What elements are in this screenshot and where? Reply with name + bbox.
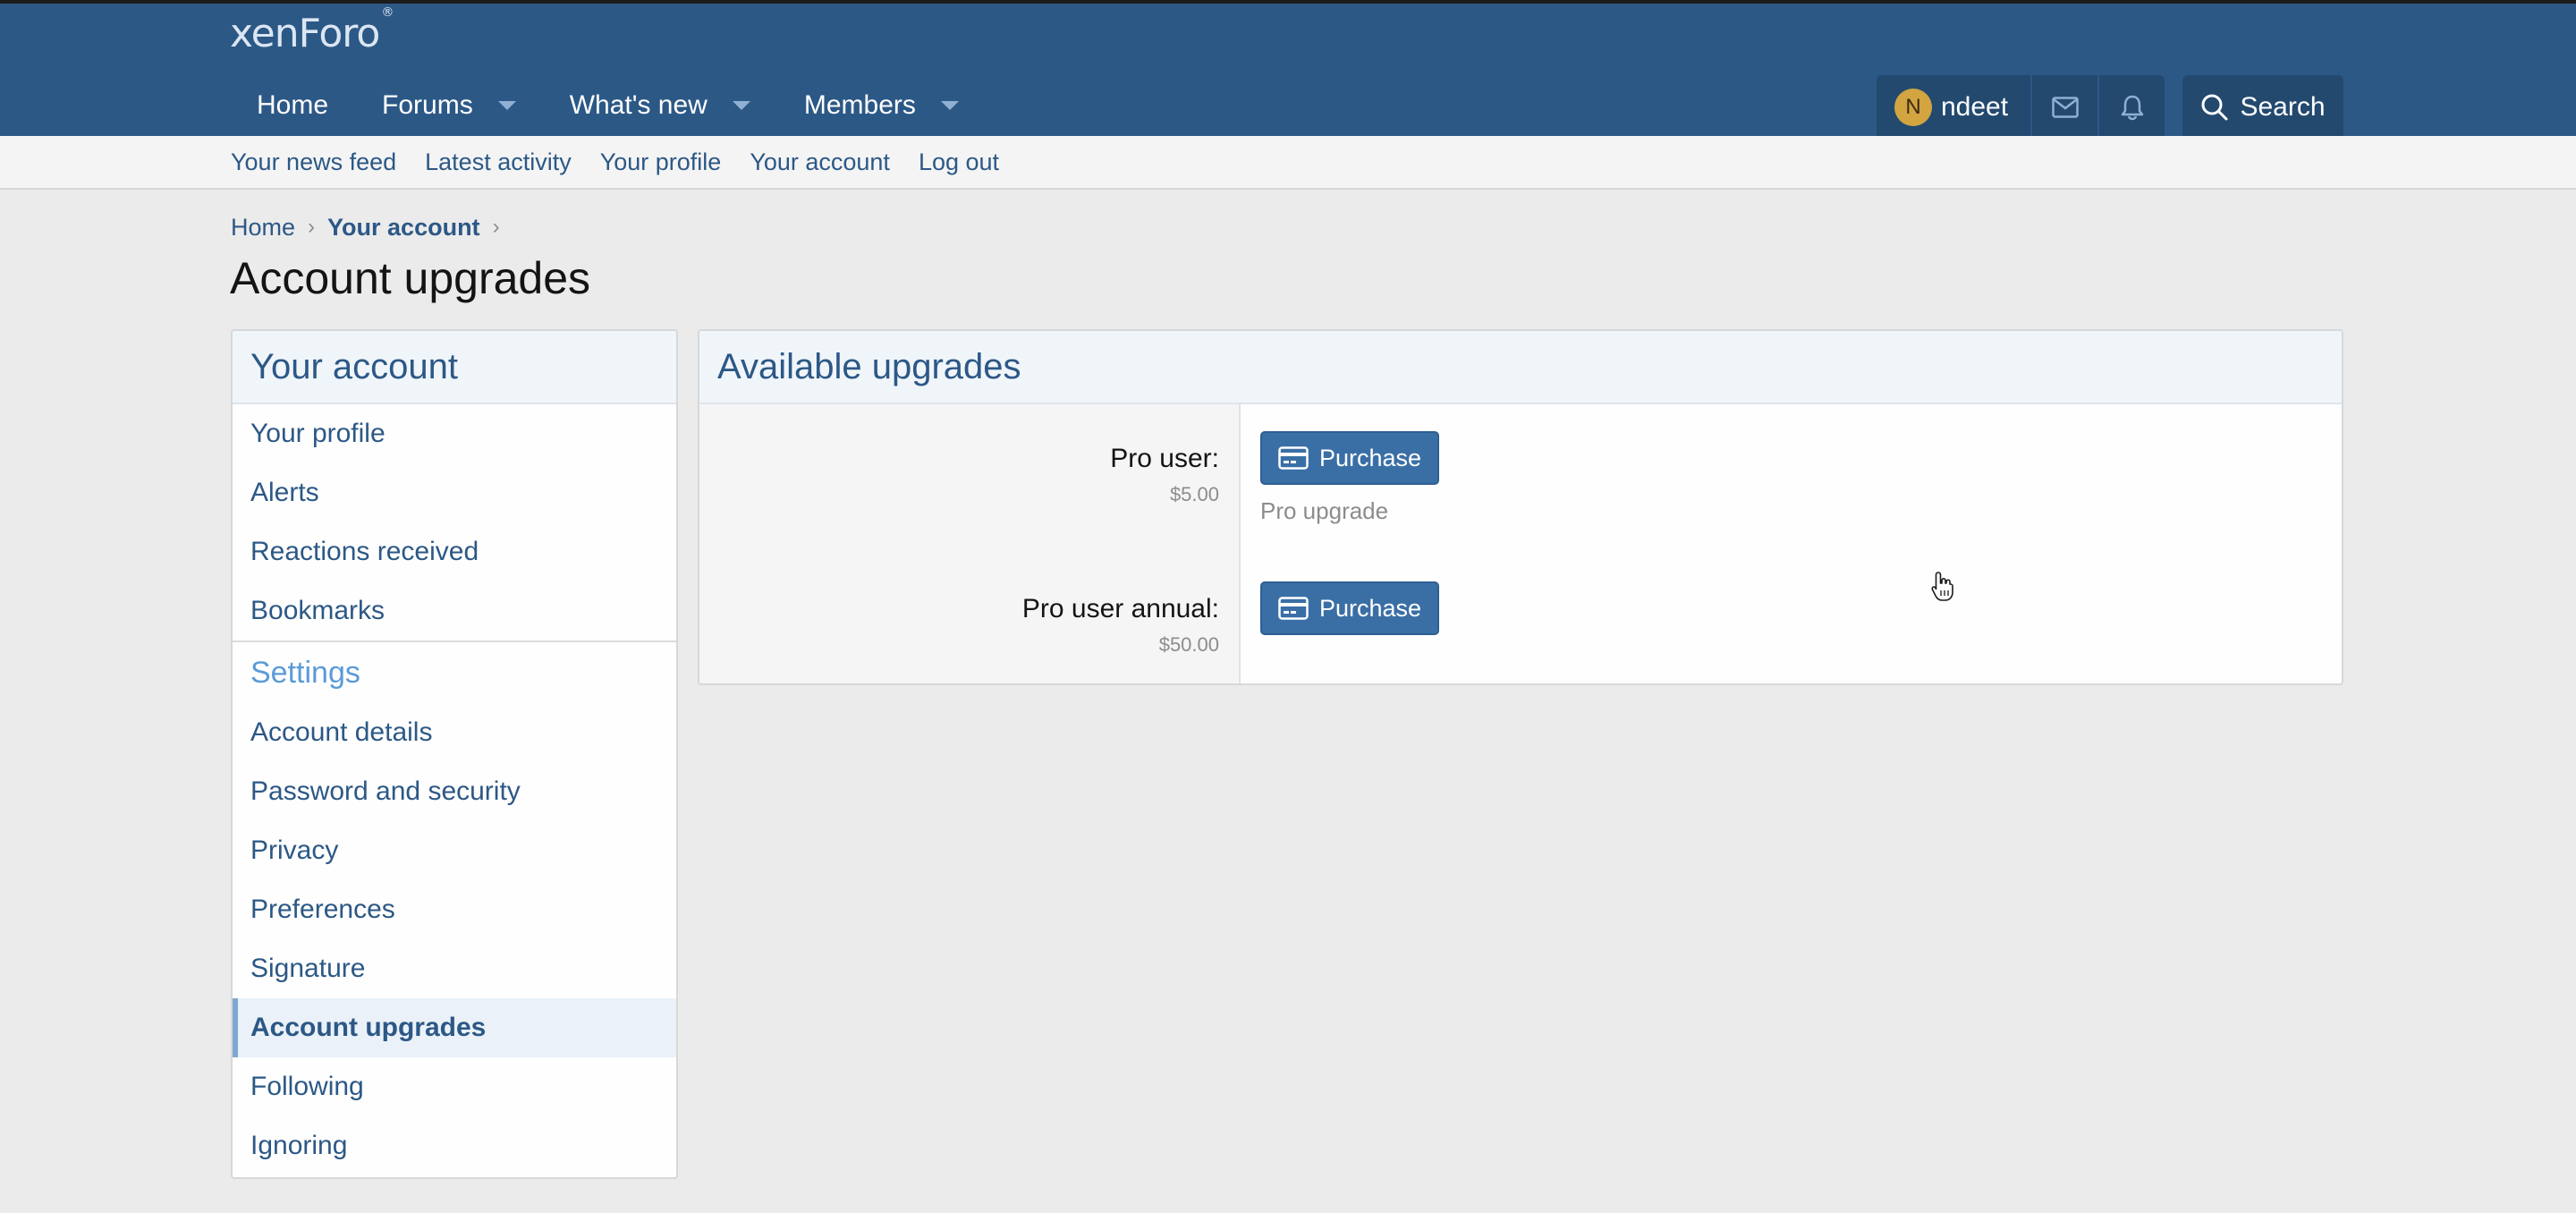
alerts-button[interactable]	[2097, 75, 2165, 140]
main-nav: Home Forums What's new Members	[230, 72, 986, 140]
caret-down-icon[interactable]	[497, 101, 516, 110]
account-sidebar: Your account Your profile Alerts Reactio…	[231, 329, 678, 1179]
sidebar-item-bookmarks[interactable]: Bookmarks	[233, 581, 676, 640]
credit-card-icon	[1278, 597, 1309, 620]
chevron-right-icon: ›	[492, 215, 500, 239]
caret-down-icon[interactable]	[732, 101, 750, 110]
sidebar-item-account-details[interactable]: Account details	[233, 703, 676, 762]
subnav-log-out[interactable]: Log out	[919, 148, 999, 176]
breadcrumb-home[interactable]: Home	[231, 214, 295, 242]
site-logo[interactable]: xenForo ®	[230, 5, 394, 56]
sidebar-item-following[interactable]: Following	[233, 1057, 676, 1116]
nav-home[interactable]: Home	[230, 72, 355, 140]
account-menu-button[interactable]: N ndeet	[1877, 75, 2030, 140]
sidebar-item-your-profile[interactable]: Your profile	[233, 404, 676, 463]
nav-forums-label: Forums	[382, 90, 473, 120]
sidebar-item-password-security[interactable]: Password and security	[233, 762, 676, 821]
purchase-label: Purchase	[1318, 444, 1422, 471]
subnav-your-account[interactable]: Your account	[750, 148, 890, 176]
panel-title: Available upgrades	[699, 331, 2342, 404]
sidebar-settings-heading: Settings	[233, 640, 676, 703]
purchase-pro-user-annual-button[interactable]: Purchase	[1260, 581, 1439, 635]
nav-whats-new[interactable]: What's new	[543, 72, 777, 140]
search-label: Search	[2240, 92, 2326, 122]
sidebar-item-account-upgrades[interactable]: Account upgrades	[233, 998, 676, 1057]
upgrade-label: Pro user annual: $50.00	[1022, 594, 1219, 657]
user-toolbar: N ndeet	[1877, 75, 2165, 140]
nav-whats-new-label: What's new	[569, 90, 708, 120]
sidebar-item-alerts[interactable]: Alerts	[233, 463, 676, 522]
purchase-pro-user-button[interactable]: Purchase	[1260, 431, 1439, 485]
sub-nav: Your news feed Latest activity Your prof…	[0, 136, 2576, 190]
subnav-latest-activity[interactable]: Latest activity	[425, 148, 572, 176]
search-icon	[2201, 94, 2228, 121]
logo-text: xenForo	[230, 11, 380, 56]
hand-pointer-cursor-icon	[1931, 572, 1953, 601]
upgrade-price: $50.00	[1158, 633, 1219, 656]
bell-icon	[2121, 95, 2143, 121]
nav-members[interactable]: Members	[777, 72, 986, 140]
envelope-icon	[2051, 97, 2079, 118]
upgrade-price: $5.00	[1169, 483, 1219, 505]
sidebar-title: Your account	[233, 331, 676, 404]
subnav-news-feed[interactable]: Your news feed	[231, 148, 396, 176]
label-column: Pro user: $5.00 Pro user annual: $50.00	[699, 404, 1241, 683]
inbox-button[interactable]	[2030, 75, 2097, 140]
nav-members-label: Members	[803, 90, 916, 120]
username: ndeet	[1941, 92, 2009, 122]
site-header: xenForo ® Home Forums What's new Members …	[0, 4, 2576, 140]
sidebar-item-signature[interactable]: Signature	[233, 939, 676, 998]
breadcrumb-your-account[interactable]: Your account	[327, 214, 480, 242]
upgrades-panel: Available upgrades Pro user: $5.00 Pro u…	[698, 329, 2343, 685]
breadcrumb: Home › Your account ›	[231, 211, 513, 243]
upgrades-list: Pro user: $5.00 Pro user annual: $50.00 …	[699, 404, 2342, 683]
search-button[interactable]: Search	[2182, 75, 2343, 140]
sidebar-item-preferences[interactable]: Preferences	[233, 880, 676, 939]
upgrade-description: Pro upgrade	[1260, 497, 1389, 524]
sidebar-item-ignoring[interactable]: Ignoring	[233, 1116, 676, 1175]
credit-card-icon	[1278, 446, 1309, 470]
page-title: Account upgrades	[230, 253, 591, 303]
subnav-your-profile[interactable]: Your profile	[600, 148, 722, 176]
chevron-right-icon: ›	[308, 215, 316, 239]
upgrade-name: Pro user:	[1110, 444, 1219, 473]
avatar: N	[1894, 89, 1932, 126]
caret-down-icon[interactable]	[940, 101, 959, 110]
sidebar-item-privacy[interactable]: Privacy	[233, 821, 676, 880]
nav-forums[interactable]: Forums	[355, 72, 543, 140]
sidebar-item-reactions-received[interactable]: Reactions received	[233, 522, 676, 581]
purchase-label: Purchase	[1318, 594, 1422, 622]
upgrade-name: Pro user annual:	[1021, 594, 1219, 623]
upgrade-label: Pro user: $5.00	[1110, 444, 1219, 506]
nav-home-label: Home	[257, 90, 329, 120]
